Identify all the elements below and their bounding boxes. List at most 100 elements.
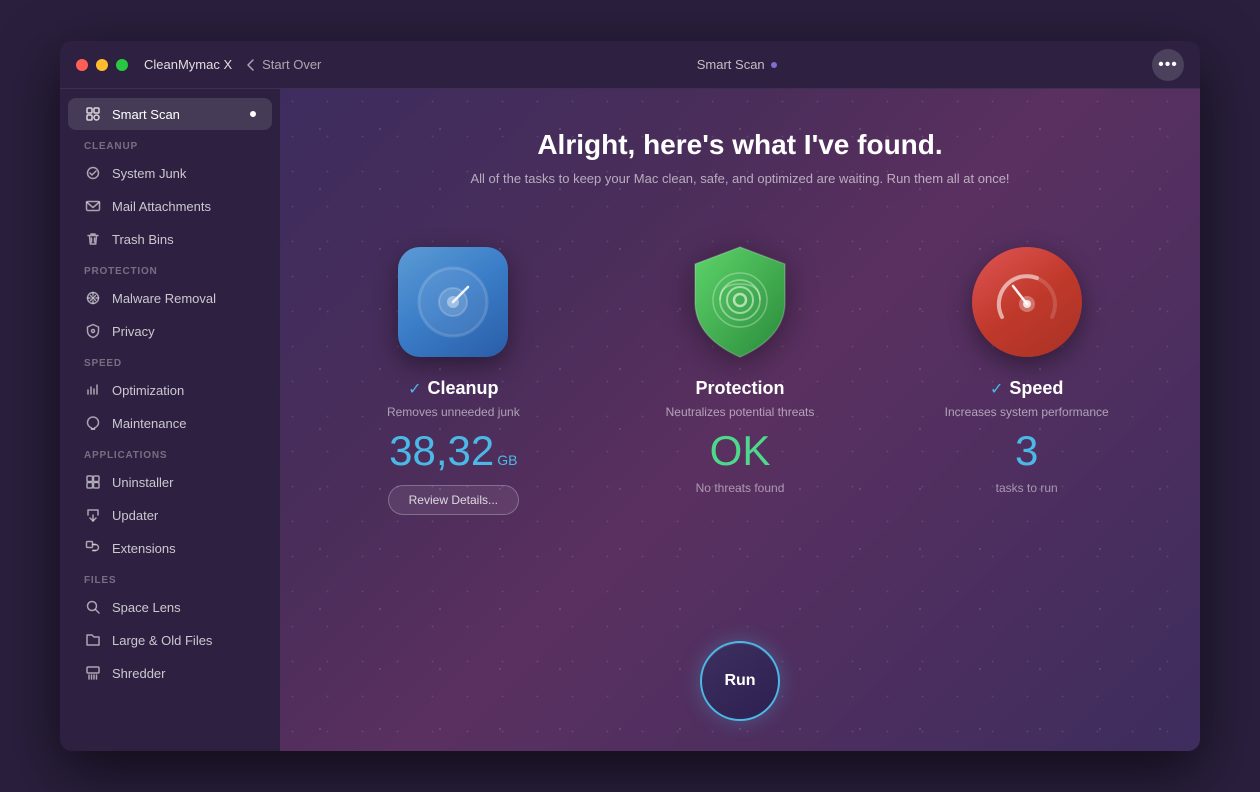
protection-card-sub: No threats found (696, 481, 785, 495)
maintenance-icon-svg (85, 415, 101, 431)
sidebar-item-space-lens[interactable]: Space Lens (68, 591, 272, 623)
sidebar-item-trash-bins[interactable]: Trash Bins (68, 223, 272, 255)
section-label-files: Files (60, 565, 280, 590)
sidebar-label-large-old-files: Large & Old Files (112, 633, 212, 648)
cleanup-card-title: Cleanup (428, 378, 499, 399)
protection-card-value: OK (710, 427, 771, 475)
sidebar-item-mail-attachments[interactable]: Mail Attachments (68, 190, 272, 222)
scan-icon (84, 105, 102, 123)
trash-icon (84, 230, 102, 248)
shield-svg (685, 242, 795, 362)
close-button[interactable] (76, 59, 88, 71)
gauge-illustration (987, 262, 1067, 342)
content-title: Alright, here's what I've found. (537, 129, 942, 161)
sidebar-item-system-junk[interactable]: System Junk (68, 157, 272, 189)
minimize-button[interactable] (96, 59, 108, 71)
shredder-icon-svg (85, 665, 101, 681)
trash-icon-svg (85, 231, 101, 247)
run-button[interactable]: Run (700, 641, 780, 721)
sidebar-item-smart-scan[interactable]: Smart Scan (68, 98, 272, 130)
sidebar-label-trash-bins: Trash Bins (112, 232, 174, 247)
speed-card-desc: Increases system performance (945, 405, 1109, 419)
disk-icon (398, 247, 508, 357)
privacy-icon (84, 322, 102, 340)
privacy-icon-svg (85, 323, 101, 339)
sidebar-label-space-lens: Space Lens (112, 600, 181, 615)
titlebar: CleanMymac X Start Over Smart Scan ••• (60, 41, 1200, 89)
junk-icon (84, 164, 102, 182)
sidebar-item-updater[interactable]: Updater (68, 499, 272, 531)
section-label-cleanup: Cleanup (60, 131, 280, 156)
cleanup-card: ✓ Cleanup Removes unneeded junk 38,32 GB… (320, 222, 587, 623)
maintenance-icon (84, 414, 102, 432)
updater-icon (84, 506, 102, 524)
malware-icon (84, 289, 102, 307)
mail-icon-svg (85, 198, 101, 214)
sidebar-item-optimization[interactable]: Optimization (68, 374, 272, 406)
speed-card-title: Speed (1009, 378, 1063, 399)
protection-icon-wrap (680, 242, 800, 362)
cards-row: ✓ Cleanup Removes unneeded junk 38,32 GB… (320, 222, 1160, 623)
back-icon (244, 58, 258, 72)
cleanup-card-desc: Removes unneeded junk (387, 405, 520, 419)
sidebar-item-malware-removal[interactable]: Malware Removal (68, 282, 272, 314)
sidebar-label-maintenance: Maintenance (112, 416, 186, 431)
active-indicator (250, 111, 256, 117)
space-lens-icon-svg (85, 599, 101, 615)
cleanup-card-unit: GB (497, 452, 517, 468)
sidebar-item-uninstaller[interactable]: Uninstaller (68, 466, 272, 498)
sidebar-label-uninstaller: Uninstaller (112, 475, 173, 490)
sidebar-label-optimization: Optimization (112, 383, 184, 398)
extensions-icon (84, 539, 102, 557)
files-icon-svg (85, 632, 101, 648)
speed-card-header: ✓ Speed (990, 378, 1063, 399)
section-label-speed: Speed (60, 348, 280, 373)
speed-card-sub: tasks to run (996, 481, 1058, 495)
space-lens-icon (84, 598, 102, 616)
cleanup-icon-wrap (393, 242, 513, 362)
main-content: Alright, here's what I've found. All of … (280, 89, 1200, 751)
protection-card: Protection Neutralizes potential threats… (607, 222, 874, 623)
optimization-icon-svg (85, 382, 101, 398)
uninstaller-icon (84, 473, 102, 491)
more-button[interactable]: ••• (1152, 49, 1184, 81)
sidebar-item-privacy[interactable]: Privacy (68, 315, 272, 347)
main-layout: Smart Scan Cleanup System Junk (60, 89, 1200, 751)
sidebar-item-large-old-files[interactable]: Large & Old Files (68, 624, 272, 656)
scan-icon-svg (85, 106, 101, 122)
shredder-icon (84, 664, 102, 682)
files-icon (84, 631, 102, 649)
sidebar-item-shredder[interactable]: Shredder (68, 657, 272, 689)
cleanup-card-value: 38,32 (389, 427, 494, 475)
malware-icon-svg (85, 290, 101, 306)
updater-icon-svg (85, 507, 101, 523)
section-label-protection: Protection (60, 256, 280, 281)
titlebar-scan-label: Smart Scan (697, 57, 765, 72)
start-over-button[interactable]: Start Over (244, 57, 321, 72)
app-window: CleanMymac X Start Over Smart Scan ••• (60, 41, 1200, 751)
maximize-button[interactable] (116, 59, 128, 71)
titlebar-center: Smart Scan (321, 57, 1152, 72)
shield-icon-wrap (685, 242, 795, 362)
review-details-button[interactable]: Review Details... (388, 485, 519, 515)
sidebar-item-maintenance[interactable]: Maintenance (68, 407, 272, 439)
sidebar-label-privacy: Privacy (112, 324, 155, 339)
gauge-icon (972, 247, 1082, 357)
speed-check-icon: ✓ (990, 379, 1003, 399)
content-subtitle: All of the tasks to keep your Mac clean,… (470, 171, 1009, 186)
sidebar-label-updater: Updater (112, 508, 158, 523)
traffic-lights (76, 59, 128, 71)
app-title: CleanMymac X (144, 57, 232, 72)
extensions-icon-svg (85, 540, 101, 556)
sidebar-label-smart-scan: Smart Scan (112, 107, 180, 122)
disk-illustration (413, 262, 493, 342)
speed-card-value: 3 (1015, 427, 1038, 475)
mail-icon (84, 197, 102, 215)
speed-card: ✓ Speed Increases system performance 3 t… (893, 222, 1160, 623)
protection-card-header: Protection (696, 378, 785, 399)
sidebar-label-malware-removal: Malware Removal (112, 291, 216, 306)
sidebar-label-mail-attachments: Mail Attachments (112, 199, 211, 214)
protection-card-desc: Neutralizes potential threats (666, 405, 815, 419)
run-button-wrap: Run (700, 641, 780, 721)
sidebar-item-extensions[interactable]: Extensions (68, 532, 272, 564)
